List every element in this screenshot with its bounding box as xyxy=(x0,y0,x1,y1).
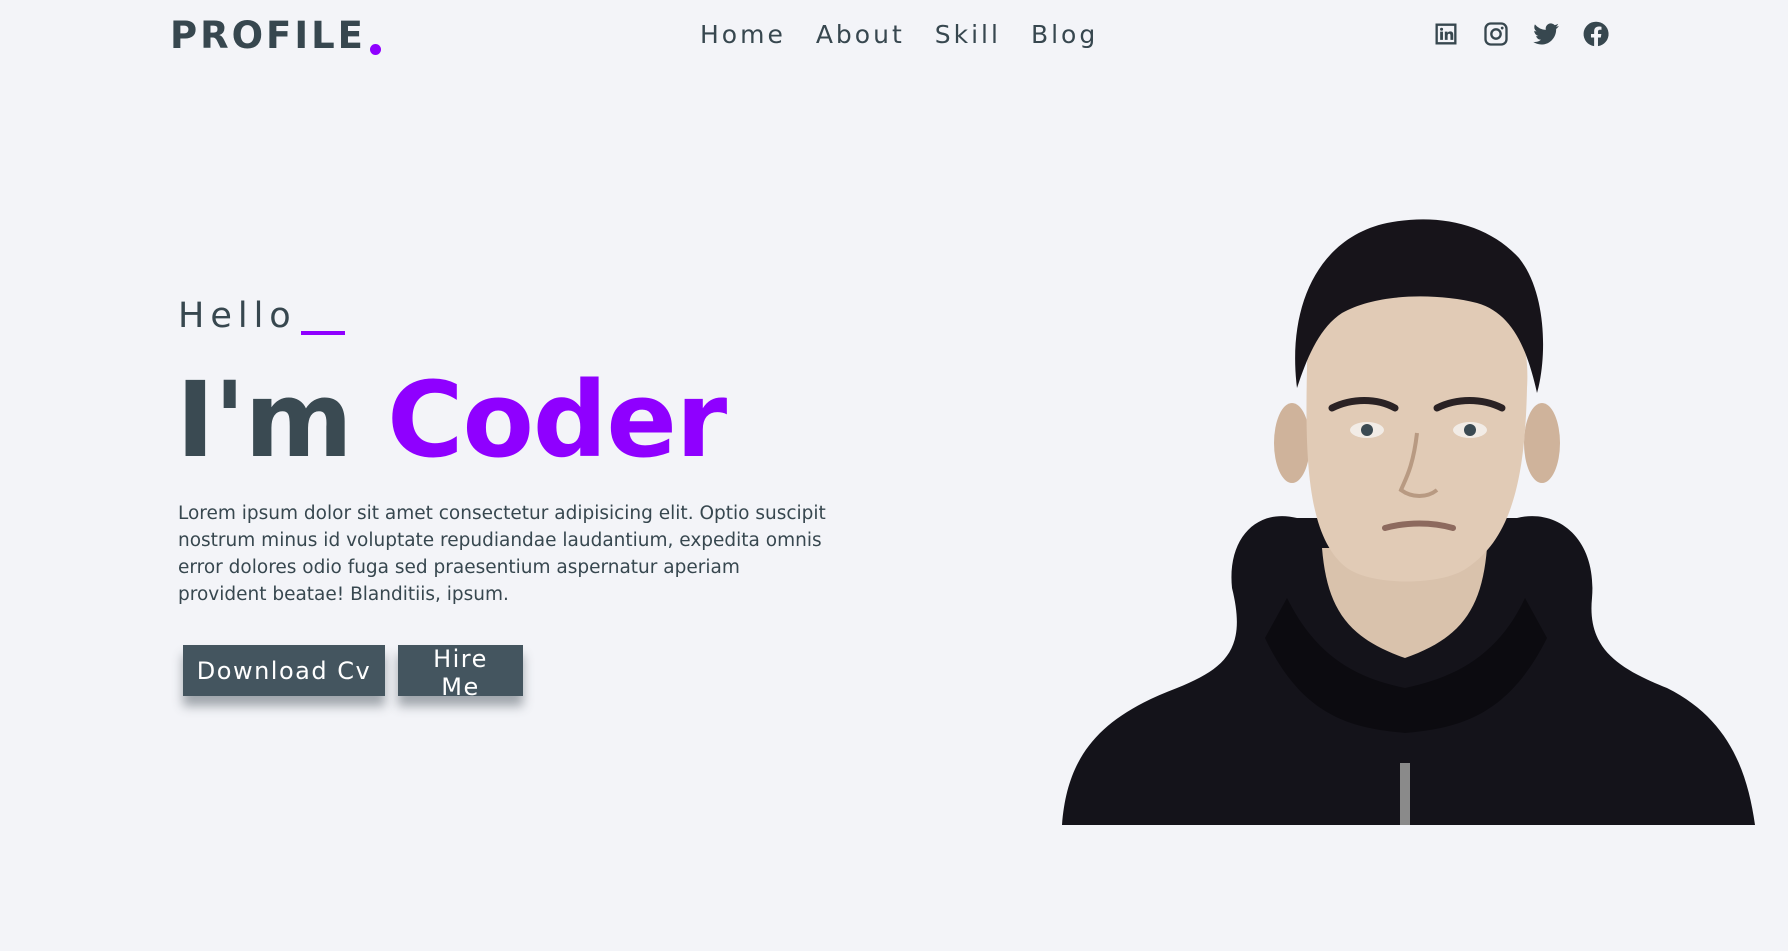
portrait-ear-right xyxy=(1524,403,1560,483)
logo[interactable]: PROFILE xyxy=(170,14,381,57)
headline-accent: Coder xyxy=(387,359,727,481)
headline-prefix: I'm xyxy=(176,359,353,481)
portrait-zipper xyxy=(1400,763,1410,825)
instagram-icon[interactable] xyxy=(1482,20,1510,48)
linkedin-icon[interactable] xyxy=(1432,20,1460,48)
headline: I'm Coder xyxy=(176,358,727,483)
twitter-icon[interactable] xyxy=(1532,20,1560,48)
greeting: Hello xyxy=(178,296,345,336)
logo-dot xyxy=(369,44,381,55)
logo-text: PROFILE xyxy=(170,14,366,57)
profile-photo xyxy=(1062,219,1755,825)
portrait-face xyxy=(1306,268,1528,582)
nav-blog[interactable]: Blog xyxy=(1031,20,1098,49)
portrait-ear-left xyxy=(1274,403,1310,483)
page: PROFILE Home About Skill Blog Hello I'm … xyxy=(0,0,1788,951)
hire-me-button[interactable]: Hire Me xyxy=(398,645,523,701)
nav-home[interactable]: Home xyxy=(700,20,786,49)
facebook-icon[interactable] xyxy=(1582,20,1610,48)
greeting-underline xyxy=(300,331,345,335)
portrait-pupil-right xyxy=(1464,424,1476,436)
nav-about[interactable]: About xyxy=(816,20,905,49)
main-nav: Home About Skill Blog xyxy=(700,20,1098,49)
greeting-text: Hello xyxy=(178,296,297,336)
social-links xyxy=(1432,20,1610,48)
download-cv-button[interactable]: Download Cv xyxy=(183,645,385,696)
nav-skill[interactable]: Skill xyxy=(935,20,1001,49)
hero-description: Lorem ipsum dolor sit amet consectetur a… xyxy=(178,503,826,605)
portrait-pupil-left xyxy=(1361,424,1373,436)
